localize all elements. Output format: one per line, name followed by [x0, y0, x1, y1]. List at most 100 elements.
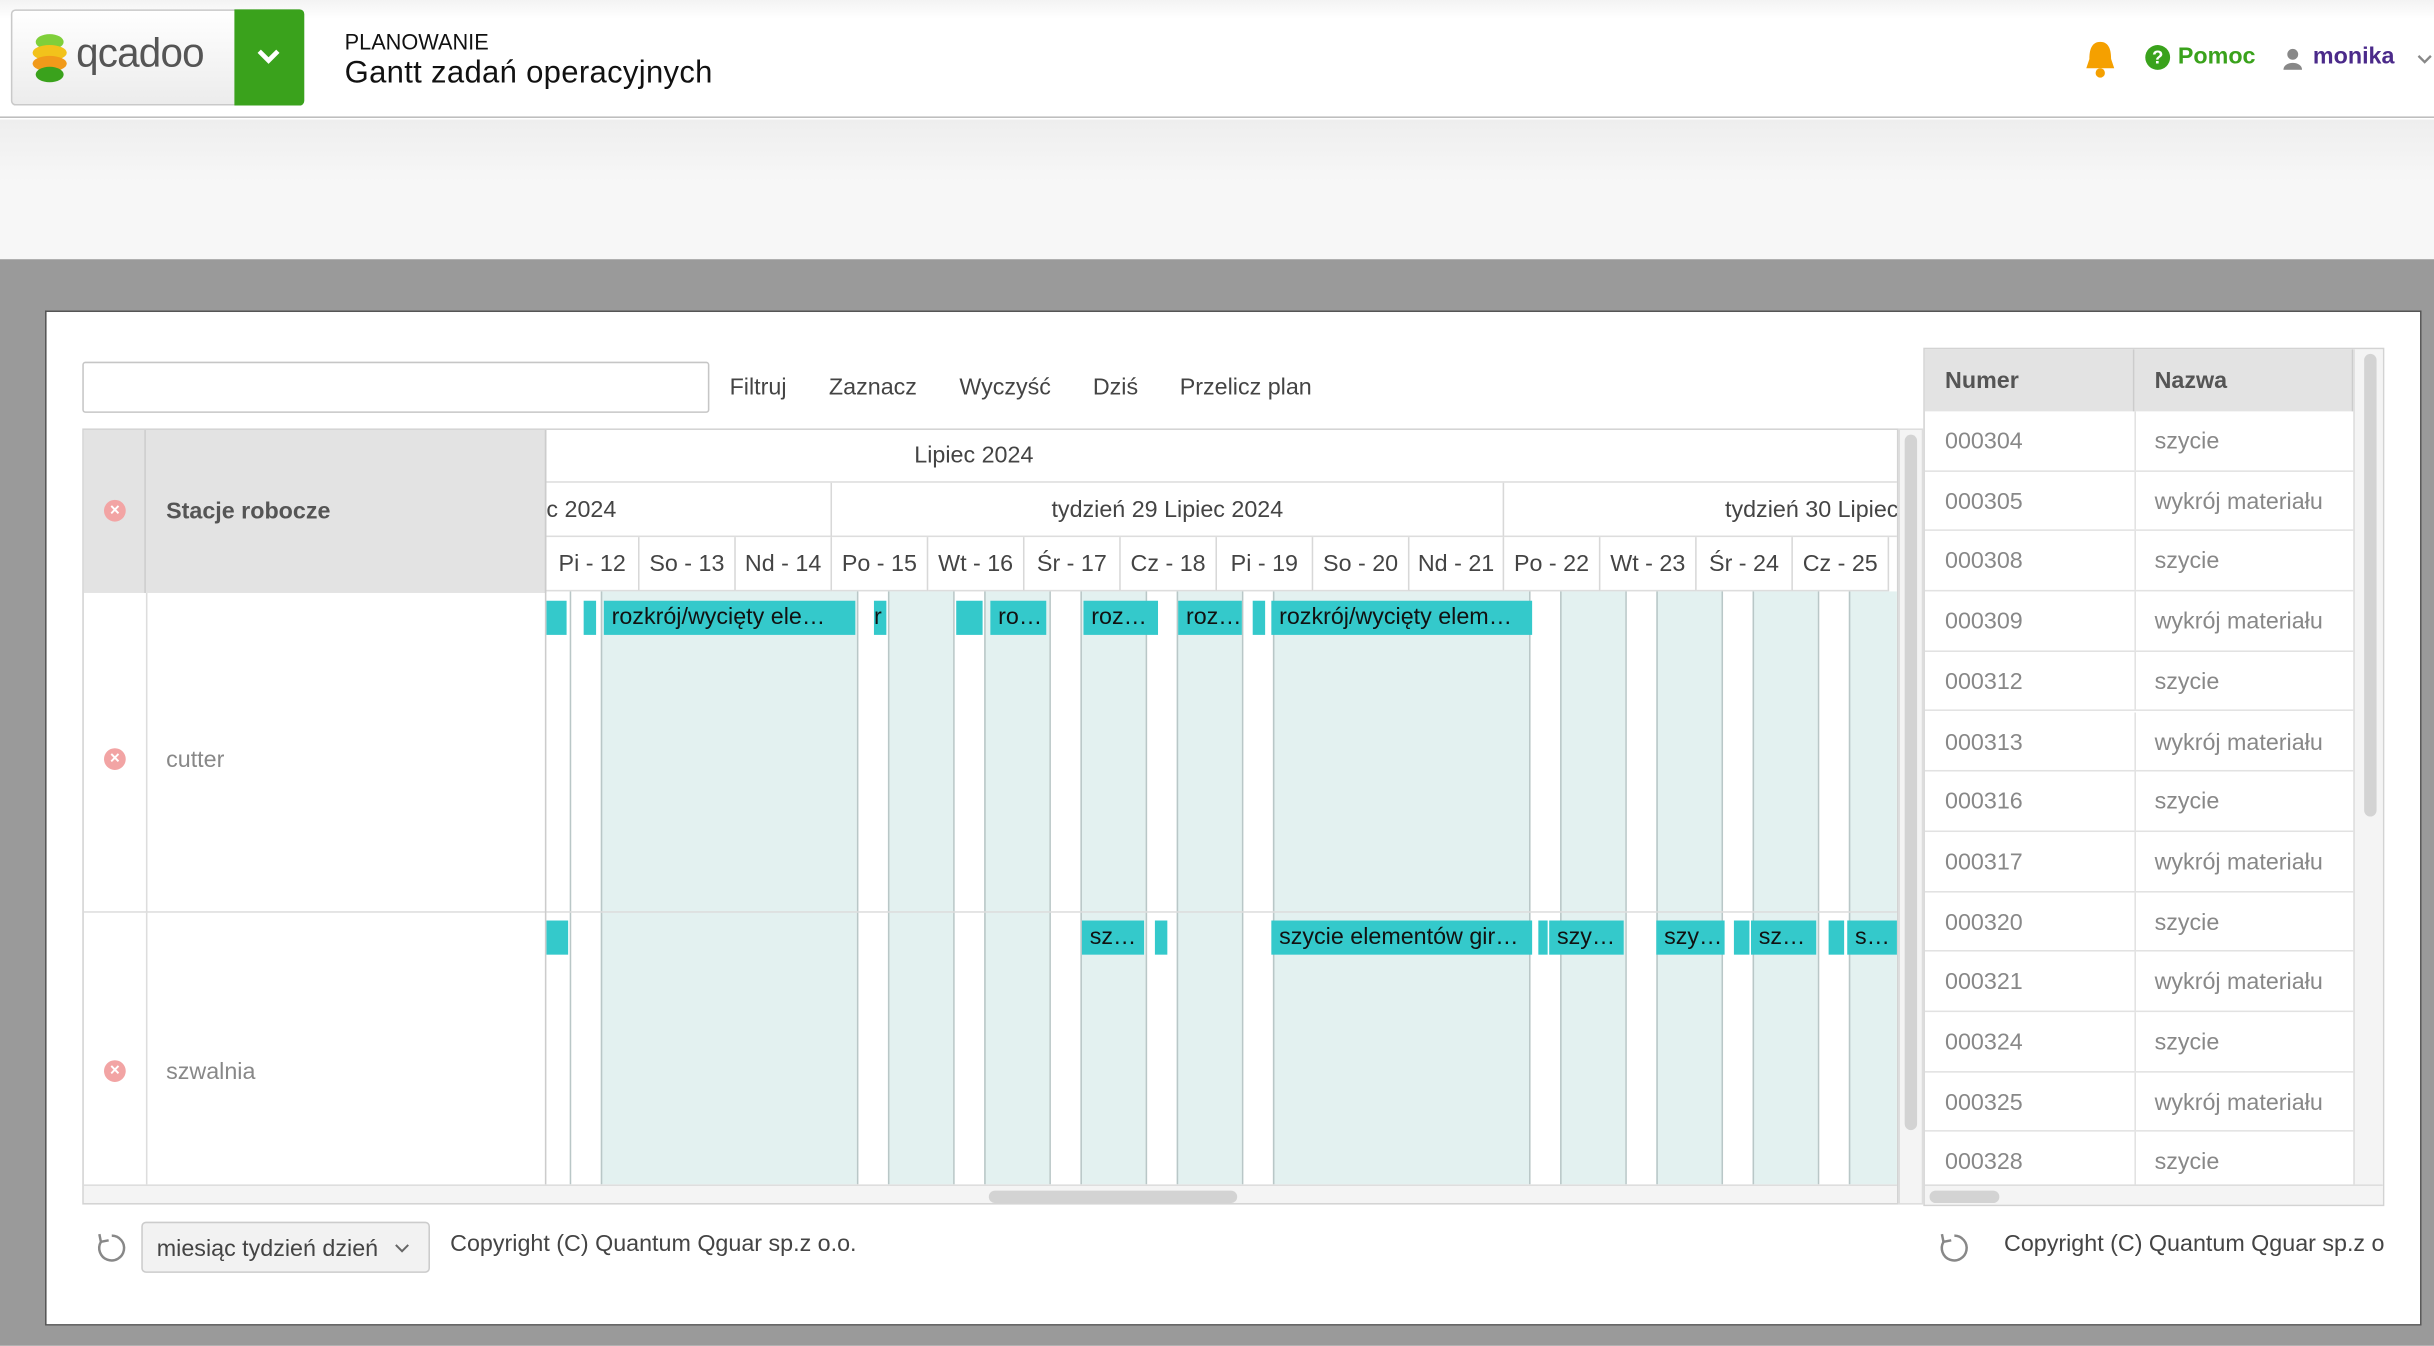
table-row[interactable]: 000328 szycie: [1924, 1132, 2354, 1193]
task-bar[interactable]: [546, 600, 567, 635]
delete-icon[interactable]: ×: [104, 748, 126, 770]
task-bar[interactable]: [1733, 920, 1750, 955]
task-bar[interactable]: s…: [1847, 920, 1897, 955]
order-name: szycie: [2154, 668, 2220, 696]
table-row[interactable]: 000320 szycie: [1924, 891, 2354, 952]
horizontal-scrollbar[interactable]: [83, 1184, 1897, 1204]
task-bar[interactable]: sz…: [1081, 920, 1145, 955]
order-number: 000316: [1945, 788, 2023, 816]
task-bar[interactable]: [1538, 920, 1548, 955]
vertical-scrollbar[interactable]: [2353, 349, 2383, 1188]
view-mode-select[interactable]: miesiąc tydzień dzień: [141, 1221, 430, 1273]
column-header-name[interactable]: Nazwa: [2134, 349, 2354, 412]
order-name: szycie: [2154, 1029, 2220, 1056]
day-header: So - 13: [639, 537, 736, 592]
task-bar[interactable]: [583, 600, 597, 635]
list-item[interactable]: × szwalnia: [84, 912, 547, 1185]
chevron-down-icon[interactable]: [2417, 53, 2433, 65]
section-label: PLANOWANIE: [344, 29, 489, 55]
table-row[interactable]: 000304 szycie: [1924, 411, 2354, 472]
task-bar[interactable]: r: [873, 600, 887, 635]
today-button[interactable]: Dziś: [1093, 374, 1138, 400]
order-number: 000309: [1945, 608, 2023, 636]
search-input[interactable]: [82, 361, 710, 413]
task-bar[interactable]: [956, 600, 983, 635]
week-header: c 2024: [546, 482, 833, 538]
table-row[interactable]: 000313 wykrój materiału: [1924, 711, 2354, 772]
task-bar[interactable]: roz…: [1178, 600, 1242, 635]
order-number: 000313: [1945, 728, 2023, 756]
ribbon-area: [0, 119, 2434, 260]
table-row[interactable]: 000309 wykrój materiału: [1924, 591, 2354, 652]
scrollbar-thumb[interactable]: [1929, 1190, 2000, 1204]
vertical-scrollbar[interactable]: [1898, 428, 1924, 1205]
task-bar[interactable]: ro…: [990, 600, 1047, 635]
month-header: Lipiec 2024: [546, 430, 1897, 483]
scrollbar-thumb[interactable]: [988, 1190, 1238, 1204]
user-menu[interactable]: monika: [2313, 43, 2395, 69]
day-header: So - 20: [1313, 537, 1410, 592]
delete-icon[interactable]: ×: [104, 1060, 126, 1082]
table-row[interactable]: 000316 szycie: [1924, 771, 2354, 832]
copyright-text: Copyright (C) Quantum Qguar sp.z o: [2004, 1230, 2385, 1258]
day-header: Wt - 16: [928, 537, 1025, 592]
page-title: Gantt zadań operacyjnych: [344, 55, 713, 91]
task-bar[interactable]: rozkrój/wycięty ele…: [603, 600, 856, 635]
view-mode-value: miesiąc tydzień dzień: [156, 1235, 379, 1263]
table-row[interactable]: 000324 szycie: [1924, 1012, 2354, 1073]
gantt-chart: × Stacje robocze × cutter × szwalnia Lip…: [82, 428, 1899, 1205]
table-row[interactable]: 000325 wykrój materiału: [1924, 1072, 2354, 1133]
logo-menu[interactable]: qcadoo: [10, 9, 305, 106]
table-row[interactable]: 000321 wykrój materiału: [1924, 952, 2354, 1013]
scrollbar-thumb[interactable]: [2364, 353, 2377, 817]
task-bar[interactable]: roz…: [1083, 600, 1159, 635]
order-number: 000325: [1945, 1089, 2023, 1116]
recalculate-plan-button[interactable]: Przelicz plan: [1180, 374, 1312, 400]
scrollbar-thumb[interactable]: [1904, 434, 1918, 1131]
help-icon[interactable]: ?: [2145, 45, 2171, 70]
task-bar[interactable]: [1252, 600, 1266, 635]
order-name: wykrój materiału: [2154, 969, 2323, 996]
select-button[interactable]: Zaznacz: [829, 374, 917, 400]
task-bar[interactable]: [1154, 920, 1168, 955]
order-number: 000328: [1945, 1149, 2023, 1176]
table-row[interactable]: 000312 szycie: [1924, 651, 2354, 712]
bell-icon[interactable]: [2082, 39, 2119, 81]
copyright-text: Copyright (C) Quantum Qguar sp.z o.o.: [450, 1230, 857, 1258]
clear-button[interactable]: Wyczyść: [959, 374, 1051, 400]
table-row[interactable]: 000317 wykrój materiału: [1924, 831, 2354, 892]
list-item[interactable]: × cutter: [83, 592, 547, 913]
refresh-icon[interactable]: [95, 1231, 129, 1265]
menu-dropdown-button[interactable]: [234, 9, 305, 106]
task-bar[interactable]: szy…: [1549, 920, 1624, 955]
logo-text: qcadoo: [76, 29, 205, 77]
delete-icon[interactable]: ×: [104, 499, 126, 522]
day-header: Śr - 17: [1024, 537, 1121, 592]
day-header: Nd - 14: [735, 537, 833, 592]
help-link[interactable]: Pomoc: [2178, 43, 2256, 69]
task-bar[interactable]: szycie elementów gir…: [1271, 920, 1533, 955]
table-row[interactable]: 000308 szycie: [1924, 531, 2354, 592]
day-header: Pi - 12: [546, 537, 640, 592]
grid-header-action-column: ×: [83, 429, 146, 593]
task-bar[interactable]: rozkrój/wycięty elem…: [1271, 600, 1533, 635]
horizontal-scrollbar[interactable]: [1924, 1184, 2383, 1205]
task-bar[interactable]: sz…: [1750, 920, 1817, 955]
day-header: Śr - 24: [1696, 537, 1793, 592]
order-number: 000324: [1945, 1029, 2023, 1056]
order-number: 000308: [1945, 548, 2023, 575]
task-bar[interactable]: [1828, 920, 1845, 955]
day-header: Wt - 23: [1600, 537, 1697, 592]
chevron-down-icon: [395, 1244, 409, 1253]
table-row[interactable]: 000305 wykrój materiału: [1924, 471, 2354, 532]
filter-button[interactable]: Filtruj: [730, 374, 787, 400]
task-bar[interactable]: [546, 920, 569, 955]
week-header: tydzień 30 Lipiec: [1504, 483, 1897, 538]
refresh-icon[interactable]: [1937, 1231, 1971, 1265]
task-bar[interactable]: szy…: [1656, 920, 1725, 955]
column-header-number[interactable]: Numer: [1924, 349, 2135, 412]
day-header: Cz - 18: [1120, 537, 1218, 592]
order-number: 000305: [1945, 488, 2023, 515]
order-name: wykrój materiału: [2154, 1089, 2323, 1116]
top-header: qcadoo PLANOWANIE Gantt zadań operacyjny…: [0, 0, 2434, 118]
